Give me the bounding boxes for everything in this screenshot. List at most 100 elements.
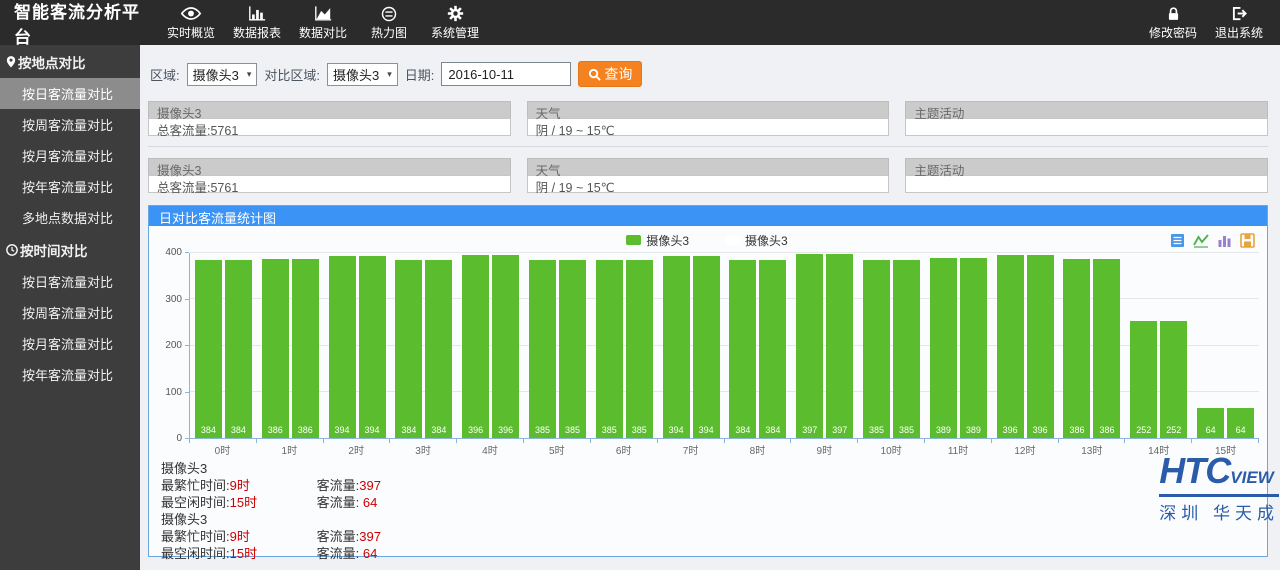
header-right-nav: 修改密码 退出系统 [1140,5,1280,41]
bar-value-label: 252 [1156,425,1191,435]
nav-label: 修改密码 [1149,24,1197,41]
chart-bar[interactable]: 396 [462,255,489,438]
date-input[interactable] [441,62,571,86]
heatmap-icon [381,5,397,23]
chart-bar[interactable]: 386 [292,259,319,438]
sidebar-item-weekly-by-location[interactable]: 按周客流量对比 [0,109,140,140]
bar-value-label: 384 [421,425,456,435]
bar-group: 396396 [992,253,1059,438]
chart-bar[interactable]: 64 [1227,408,1254,438]
nav-item-change-password[interactable]: 修改密码 [1140,5,1206,41]
chart-bar[interactable]: 394 [663,256,690,438]
chart-bar[interactable]: 384 [425,260,452,438]
y-axis: 0100200300400 [155,253,189,439]
legend-item[interactable]: 摄像头3 [725,232,788,249]
chart-bar[interactable]: 386 [1093,259,1120,438]
search-icon [588,68,601,81]
logo-brand-text: HTCVIEW [1159,455,1279,497]
legend-label: 摄像头3 [745,232,788,249]
nav-item-heatmap[interactable]: 热力图 [356,0,422,45]
bar-group: 385385 [591,253,658,438]
chart-bar[interactable]: 385 [529,260,556,438]
chart-bar[interactable]: 64 [1197,408,1224,438]
bar-value-label: 389 [956,425,991,435]
sidebar-item-daily-by-time[interactable]: 按日客流量对比 [0,266,140,297]
compare-region-select[interactable]: 摄像头3 ▾ [327,63,398,86]
date-label: 日期: [405,65,435,84]
busy-time-value: 9时 [230,529,250,544]
chart-bar[interactable]: 252 [1160,321,1187,438]
nav-label: 退出系统 [1215,24,1263,41]
plot-wrap: 0100200300400 38438438638639439438438439… [155,253,1259,439]
chart-bar[interactable]: 385 [559,260,586,438]
chart-bar[interactable]: 394 [693,256,720,438]
chart-bar[interactable]: 389 [960,258,987,438]
idle-flow-value: 64 [359,495,377,510]
panel-title: 主题活动 [905,158,1268,175]
nav-item-data-report[interactable]: 数据报表 [224,0,290,45]
chart-bar[interactable]: 397 [796,254,823,438]
region-select[interactable]: 摄像头3 ▾ [187,63,258,86]
gear-icon [447,5,464,23]
y-axis-tick-label: 200 [165,340,182,351]
chart-bar[interactable]: 385 [596,260,623,438]
sidebar-item-monthly-by-time[interactable]: 按月客流量对比 [0,328,140,359]
chart-bar[interactable]: 384 [395,260,422,438]
chart-bar[interactable]: 396 [492,255,519,438]
chevron-down-icon: ▾ [387,69,392,80]
bar-group: 386386 [257,253,324,438]
save-image-icon[interactable] [1240,233,1255,248]
query-button[interactable]: 查询 [578,61,642,87]
chart-bar[interactable]: 397 [826,254,853,438]
chart-bar[interactable]: 385 [863,260,890,438]
sidebar-item-daily-by-location[interactable]: 按日客流量对比 [0,78,140,109]
chart-bar[interactable]: 384 [759,260,786,438]
nav-item-realtime-overview[interactable]: 实时概览 [158,0,224,45]
camera-panel-2: 摄像头3 总客流量:5761 [148,158,511,193]
chart-legend: 摄像头3 摄像头3 [155,230,1259,250]
bar-type-icon[interactable] [1217,233,1232,248]
chart-bar[interactable]: 394 [359,256,386,438]
sidebar: 按地点对比 按日客流量对比 按周客流量对比 按月客流量对比 按年客流量对比 多地… [0,45,140,570]
chart-bar[interactable]: 386 [262,259,289,438]
chart-bar[interactable]: 252 [1130,321,1157,438]
chart-bar[interactable]: 384 [729,260,756,438]
weather-value: 阴 / 19 ~ 15℃ [527,175,890,193]
sidebar-item-multi-location[interactable]: 多地点数据对比 [0,202,140,233]
chart-bar[interactable]: 389 [930,258,957,438]
chart-bar[interactable]: 385 [893,260,920,438]
panel-title: 摄像头3 [148,158,511,175]
data-view-icon[interactable] [1170,233,1185,248]
y-axis-tick-label: 400 [165,247,182,258]
x-axis-tick-label: 6时 [590,439,657,455]
legend-swatch [626,235,641,245]
panel-title: 天气 [527,101,890,118]
bar-group: 252252 [1125,253,1192,438]
bar-group: 389389 [925,253,992,438]
busy-flow-value: 397 [359,529,381,544]
chart-bar[interactable]: 396 [997,255,1024,438]
daily-compare-chart-panel: 日对比客流量统计图 摄像头3摄像头3 0100200300400 38 [148,205,1268,557]
chart-bar[interactable]: 386 [1063,259,1090,438]
sidebar-item-weekly-by-time[interactable]: 按周客流量对比 [0,297,140,328]
line-type-icon[interactable] [1193,233,1209,248]
bar-group: 384384 [725,253,792,438]
nav-label: 数据报表 [233,24,281,41]
logout-icon [1231,5,1248,23]
logo-subtitle: 深圳 华天成 [1159,499,1279,524]
chart-bar[interactable]: 385 [626,260,653,438]
chart-bar[interactable]: 396 [1027,255,1054,438]
nav-item-logout[interactable]: 退出系统 [1206,5,1272,41]
chart-bar[interactable]: 384 [195,260,222,438]
sidebar-item-yearly-by-location[interactable]: 按年客流量对比 [0,171,140,202]
chart-bar[interactable]: 394 [329,256,356,438]
nav-item-data-compare[interactable]: 数据对比 [290,0,356,45]
nav-label: 实时概览 [167,24,215,41]
sidebar-item-yearly-by-time[interactable]: 按年客流量对比 [0,359,140,390]
chart-bar[interactable]: 384 [225,260,252,438]
chart-body: 摄像头3摄像头3 0100200300400 38438438638639439… [149,226,1267,562]
legend-item[interactable]: 摄像头3 [626,232,689,249]
sidebar-item-monthly-by-location[interactable]: 按月客流量对比 [0,140,140,171]
nav-item-system-admin[interactable]: 系统管理 [422,0,488,45]
bar-group: 384384 [190,253,257,438]
